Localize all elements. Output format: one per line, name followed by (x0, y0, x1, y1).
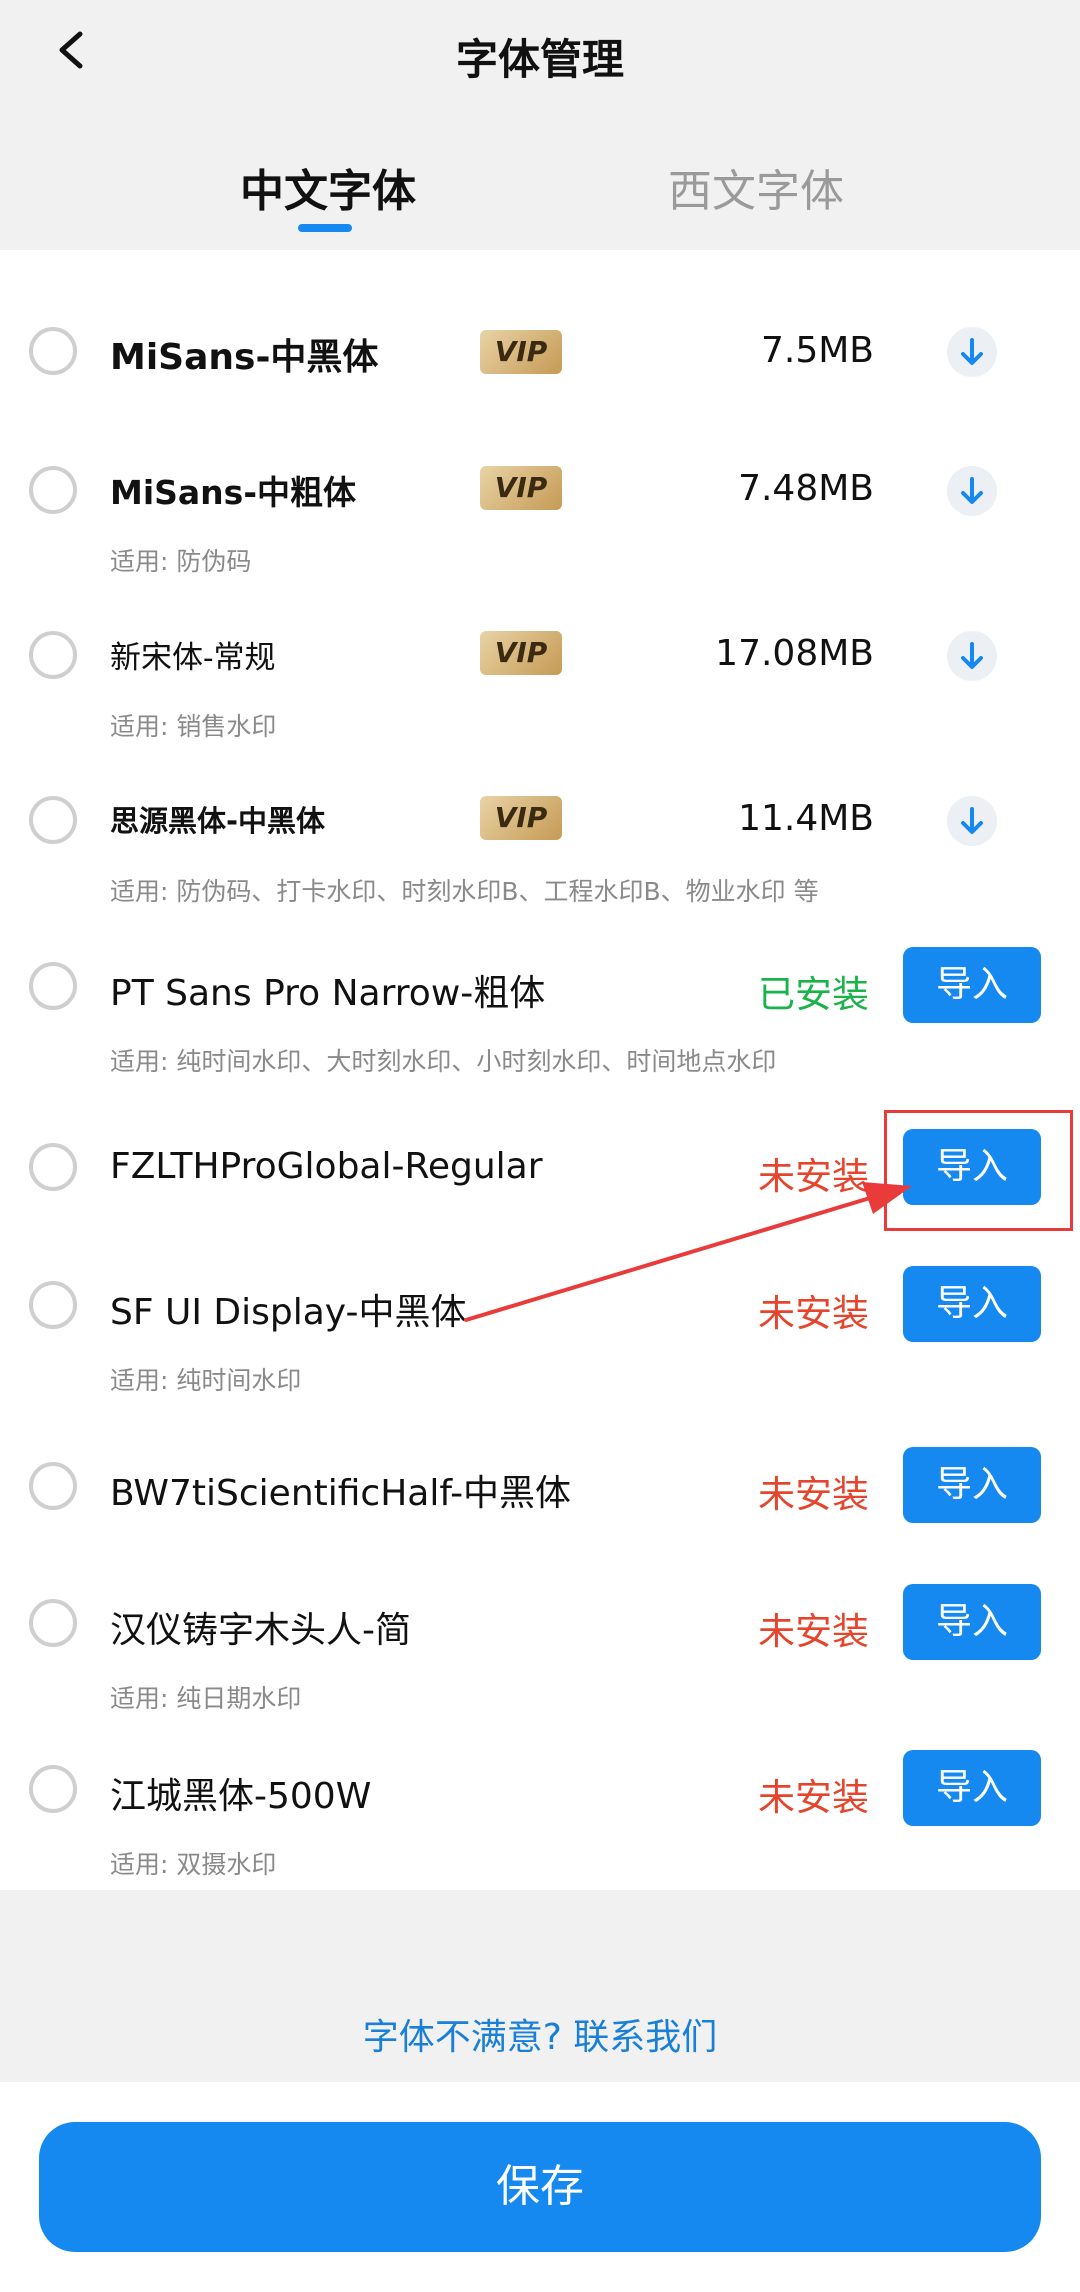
download-icon[interactable] (947, 631, 997, 681)
radio-button[interactable] (29, 1281, 77, 1329)
install-status: 未安装 (758, 1155, 869, 1198)
radio-button[interactable] (29, 962, 77, 1010)
import-button[interactable]: 导入 (903, 1266, 1041, 1342)
font-usage: 适用: 纯时间水印 (110, 1366, 302, 1395)
vip-badge: VIP (480, 631, 562, 675)
install-status: 未安装 (758, 1610, 869, 1653)
font-name: FZLTHProGlobal-Regular (110, 1146, 543, 1187)
font-name: 思源黑体-中黑体 (110, 804, 326, 838)
font-usage: 适用: 纯日期水印 (110, 1684, 302, 1713)
radio-button[interactable] (29, 1765, 77, 1813)
radio-button[interactable] (29, 1462, 77, 1510)
tab-western-fonts[interactable]: 西文字体 (668, 155, 844, 219)
font-name: MiSans-中黑体 (110, 337, 379, 378)
font-name: 新宋体-常规 (110, 640, 276, 676)
font-usage: 适用: 销售水印 (110, 712, 277, 741)
font-usage: 适用: 防伪码、打卡水印、时刻水印B、工程水印B、物业水印 等 (110, 877, 819, 906)
install-status: 未安装 (758, 1292, 869, 1335)
import-button[interactable]: 导入 (903, 947, 1041, 1023)
radio-button[interactable] (29, 1599, 77, 1647)
header: 字体管理 中文字体 西文字体 (0, 0, 1080, 250)
font-name: SF UI Display-中黑体 (110, 1292, 467, 1333)
save-button[interactable]: 保存 (39, 2122, 1041, 2252)
font-name: BW7tiScientificHalf-中黑体 (110, 1473, 572, 1514)
contact-us-link[interactable]: 字体不满意? 联系我们 (0, 2008, 1080, 2060)
import-button[interactable]: 导入 (903, 1750, 1041, 1826)
vip-badge: VIP (480, 796, 562, 840)
download-icon[interactable] (947, 327, 997, 377)
active-tab-indicator (298, 224, 352, 232)
font-size: 17.08MB (715, 633, 874, 674)
font-name: PT Sans Pro Narrow-粗体 (110, 973, 546, 1014)
radio-button[interactable] (29, 631, 77, 679)
install-status: 未安装 (758, 1776, 869, 1819)
font-size: 7.5MB (760, 330, 874, 371)
font-size: 7.48MB (738, 468, 874, 509)
vip-badge: VIP (480, 466, 562, 510)
import-button[interactable]: 导入 (903, 1584, 1041, 1660)
page-title: 字体管理 (455, 35, 624, 84)
font-name: 江城黑体-500W (110, 1776, 372, 1817)
font-usage: 适用: 防伪码 (110, 547, 252, 576)
vip-badge: VIP (480, 330, 562, 374)
font-list: MiSans-中黑体 VIP 7.5MB MiSans-中粗体 VIP 7.48… (0, 250, 1080, 1890)
annotation-highlight-box (884, 1110, 1073, 1231)
import-button[interactable]: 导入 (903, 1447, 1041, 1523)
download-icon[interactable] (947, 466, 997, 516)
font-usage: 适用: 纯时间水印、大时刻水印、小时刻水印、时间地点水印 (110, 1047, 777, 1076)
radio-button[interactable] (29, 466, 77, 514)
font-name: 汉仪铸字木头人-简 (110, 1610, 411, 1651)
install-status: 未安装 (758, 1473, 869, 1516)
radio-button[interactable] (29, 327, 77, 375)
download-icon[interactable] (947, 796, 997, 846)
font-usage: 适用: 双摄水印 (110, 1850, 277, 1879)
install-status: 已安装 (758, 973, 869, 1016)
radio-button[interactable] (29, 1143, 77, 1191)
font-name: MiSans-中粗体 (110, 473, 357, 512)
font-size: 11.4MB (738, 798, 874, 839)
radio-button[interactable] (29, 796, 77, 844)
tab-chinese-fonts[interactable]: 中文字体 (240, 155, 416, 219)
